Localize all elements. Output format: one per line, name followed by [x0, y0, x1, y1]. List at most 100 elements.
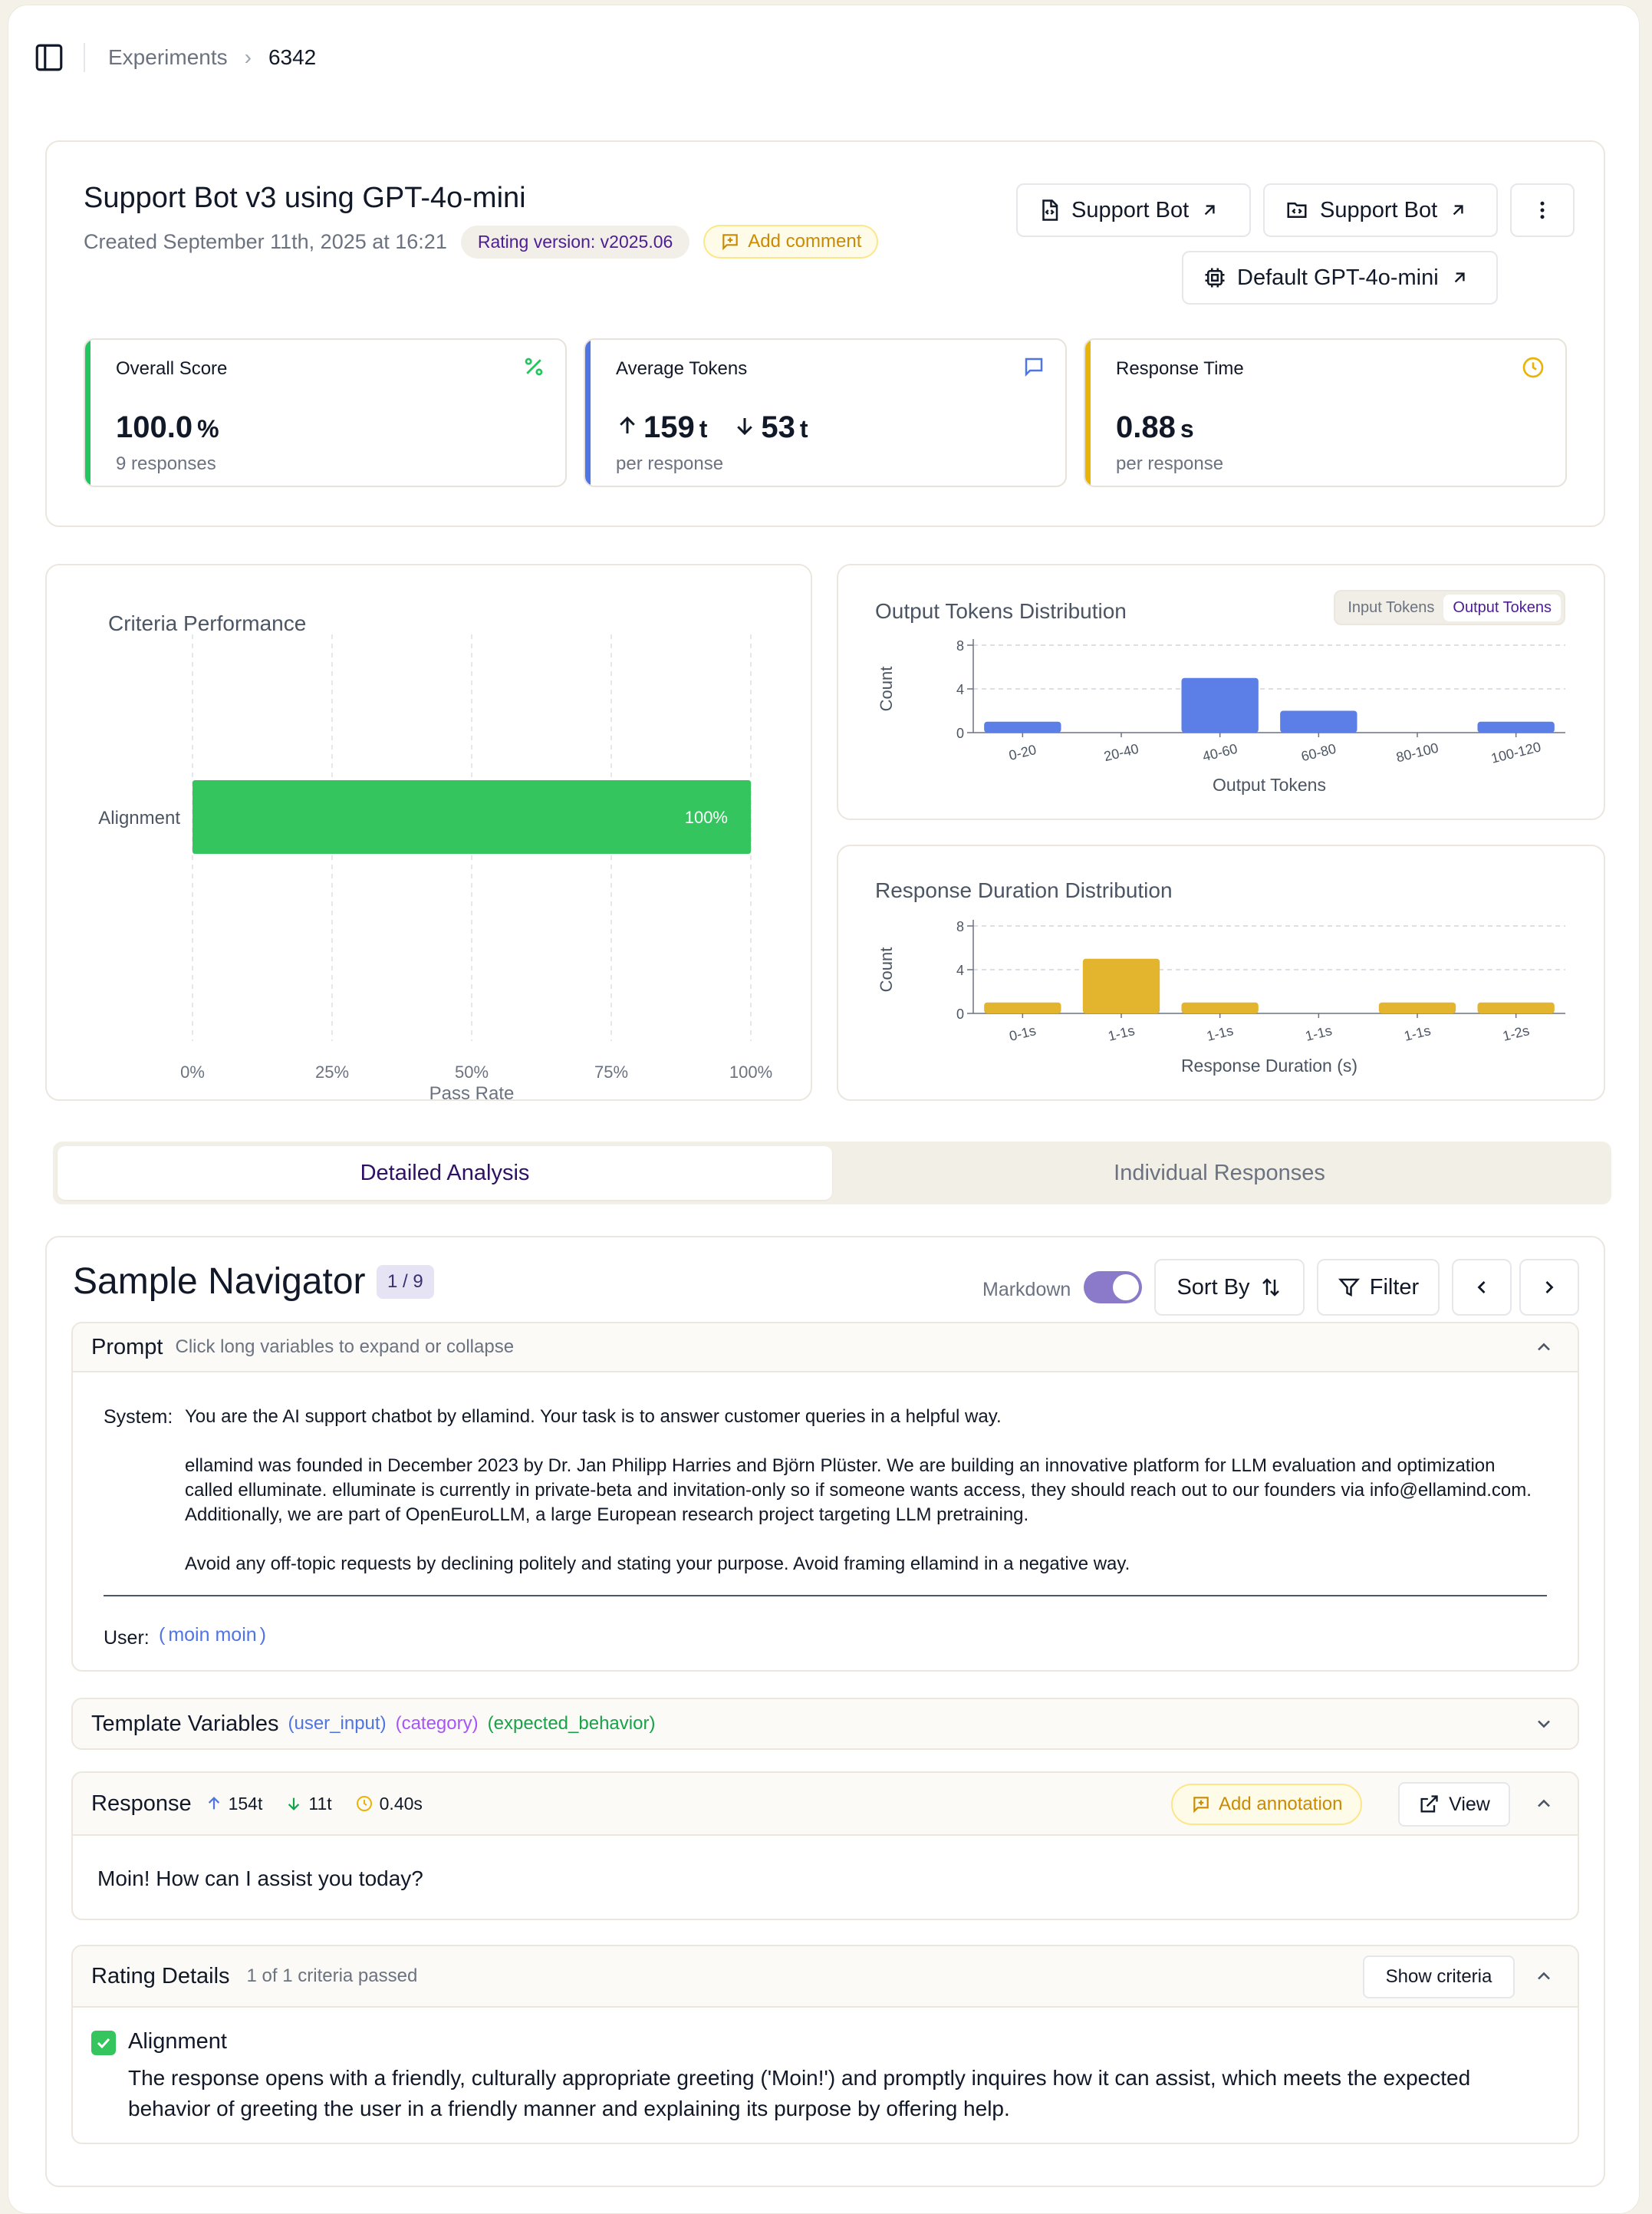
- response-time-sub: per response: [1116, 453, 1224, 474]
- x-tick-label: 20-40: [1102, 741, 1140, 765]
- chevron-up-icon[interactable]: [1533, 1793, 1555, 1814]
- response-time-unit: s: [1180, 415, 1194, 443]
- chevron-up-icon[interactable]: [1533, 1336, 1555, 1358]
- sidebar-toggle-icon[interactable]: [31, 40, 67, 75]
- add-annotation-label: Add annotation: [1219, 1794, 1343, 1814]
- created-date: Created September 11th, 2025 at 16:21: [84, 229, 447, 253]
- support-bot-link-2[interactable]: Support Bot: [1263, 183, 1498, 237]
- prompt-hint: Click long variables to expand or collap…: [175, 1336, 515, 1357]
- prompt-section: Prompt Click long variables to expand or…: [71, 1322, 1579, 1672]
- breadcrumb-current: 6342: [268, 45, 317, 69]
- x-tick-label: 100-120: [1489, 739, 1542, 766]
- support-bot-link-2-label: Support Bot: [1320, 197, 1438, 222]
- chevron-right-icon: [1545, 1281, 1554, 1293]
- x-tick-label: 40-60: [1201, 741, 1239, 765]
- filter-label: Filter: [1369, 1274, 1420, 1300]
- x-tick-label: 25%: [315, 1063, 349, 1082]
- criteria-chart: 0% 25% 50% 75% 100% Alignment 100% Pass Rate: [98, 634, 772, 1099]
- next-sample-button[interactable]: [1519, 1259, 1579, 1316]
- overall-score-unit: %: [197, 415, 219, 443]
- tab-individual-responses[interactable]: Individual Responses: [832, 1146, 1607, 1200]
- x-tick-label: 0-1s: [1008, 1023, 1038, 1044]
- rating-details-title: Rating Details: [91, 1963, 230, 1988]
- rating-version-label: Rating version:: [477, 231, 596, 252]
- response-time-value-row: 0.88 s: [1116, 410, 1194, 445]
- response-input-tokens: 154t: [228, 1793, 263, 1814]
- experiment-meta: Created September 11th, 2025 at 16:21 Ra…: [84, 225, 879, 259]
- response-text: Moin! How can I assist you today?: [97, 1866, 423, 1890]
- criterion-name: Alignment: [128, 2029, 227, 2054]
- more-vertical-icon: [1540, 201, 1545, 219]
- markdown-toggle[interactable]: [1084, 1271, 1142, 1303]
- show-criteria-button[interactable]: Show criteria: [1363, 1955, 1515, 1998]
- variable-chip-user-input[interactable]: (user_input): [288, 1713, 386, 1735]
- sort-by-button[interactable]: Sort By: [1154, 1259, 1305, 1316]
- overall-score-card: Overall Score 100.0% 9 responses: [84, 338, 567, 487]
- average-tokens-value-row: 159 t 53 t: [616, 410, 808, 445]
- sample-navigator-card: Sample Navigator 1 / 9 Markdown Sort By …: [45, 1236, 1605, 2187]
- input-tokens-value: 159: [643, 410, 695, 444]
- support-bot-link-1[interactable]: Support Bot: [1016, 183, 1251, 237]
- output-tokens-unit: t: [799, 415, 808, 443]
- input-tokens-unit: t: [699, 415, 708, 443]
- breadcrumb-experiments[interactable]: Experiments: [108, 45, 228, 70]
- x-tick-label: 0-20: [1007, 742, 1038, 763]
- model-link[interactable]: Default GPT-4o-mini: [1182, 251, 1498, 305]
- response-output-tokens: 11t: [308, 1793, 332, 1814]
- cpu-icon: [1205, 268, 1225, 288]
- y-tick-label: 8: [956, 638, 964, 654]
- add-annotation-button[interactable]: Add annotation: [1171, 1784, 1363, 1825]
- histogram-bar: [1280, 710, 1357, 733]
- criteria-performance-card: Criteria Performance 0% 25% 50% 75% 100% Alig…: [45, 564, 812, 1101]
- x-tick-label: 0%: [180, 1063, 205, 1082]
- prompt-header[interactable]: Prompt Click long variables to expand or…: [73, 1323, 1578, 1372]
- overall-score-value-row: 100.0%: [116, 410, 219, 445]
- histogram-bar: [984, 721, 1061, 733]
- response-section: Response 154t 11t 0.40s Add annotation V…: [71, 1771, 1579, 1920]
- user-variable-chip[interactable]: (moin moin): [159, 1624, 266, 1646]
- system-line-2: ellamind was founded in December 2023 by…: [185, 1455, 1532, 1525]
- experiment-header-card: Support Bot v3 using GPT-4o-mini Created…: [45, 140, 1605, 527]
- arrow-up-icon: [208, 1797, 219, 1810]
- arrow-up-right-icon: [1453, 205, 1463, 216]
- experiment-title: Support Bot v3 using GPT-4o-mini: [84, 182, 526, 214]
- histogram-bar: [984, 1002, 1061, 1013]
- previous-sample-button[interactable]: [1452, 1259, 1512, 1316]
- folder-code-icon: [1287, 203, 1307, 218]
- bar-alignment: [193, 780, 751, 854]
- rating-details-header[interactable]: Rating Details 1 of 1 criteria passed Sh…: [73, 1946, 1578, 2008]
- x-tick-label: 50%: [455, 1063, 489, 1082]
- response-title: Response: [91, 1791, 192, 1816]
- overall-score-label: Overall Score: [116, 358, 228, 379]
- system-label: System:: [104, 1406, 173, 1428]
- average-tokens-label: Average Tokens: [616, 358, 748, 379]
- view-button[interactable]: View: [1398, 1782, 1510, 1827]
- accent-bar: [1085, 340, 1091, 486]
- sort-arrows-icon: [1262, 1278, 1279, 1296]
- system-line-3: Avoid any off-topic requests by declinin…: [185, 1553, 1130, 1574]
- variable-category: category: [401, 1713, 472, 1734]
- markdown-label: Markdown: [982, 1279, 1071, 1300]
- chevron-up-icon[interactable]: [1533, 1965, 1555, 1987]
- tab-detailed-analysis[interactable]: Detailed Analysis: [58, 1146, 832, 1200]
- user-label: User:: [104, 1627, 150, 1649]
- response-duration-chart: 8 4 0 0-1s 1-1s 1-1s 1-1s 1-1s 1-2s Count Response…: [877, 919, 1565, 1076]
- x-tick-label: 75%: [594, 1063, 628, 1082]
- chevron-down-icon[interactable]: [1533, 1713, 1555, 1735]
- x-tick-label: 80-100: [1394, 740, 1440, 766]
- response-stats: 154t 11t 0.40s: [206, 1794, 423, 1814]
- more-options-button[interactable]: [1510, 183, 1575, 237]
- template-variables-section: Template Variables (user_input) (categor…: [71, 1698, 1579, 1750]
- y-tick-label: 4: [956, 963, 964, 978]
- template-variables-header[interactable]: Template Variables (user_input) (categor…: [73, 1699, 1578, 1748]
- comment-plus-icon: [1193, 1797, 1209, 1814]
- variable-chip-expected-behavior[interactable]: (expected_behavior): [488, 1713, 656, 1735]
- show-criteria-label: Show criteria: [1385, 1966, 1492, 1987]
- response-header[interactable]: Response 154t 11t 0.40s Add annotation V…: [73, 1773, 1578, 1836]
- analysis-tabs: Detailed Analysis Individual Responses: [53, 1142, 1611, 1204]
- prompt-title: Prompt: [91, 1334, 163, 1359]
- accent-bar: [85, 340, 90, 486]
- add-comment-button[interactable]: Add comment: [703, 225, 879, 259]
- variable-chip-category[interactable]: (category): [396, 1713, 479, 1735]
- filter-button[interactable]: Filter: [1317, 1259, 1440, 1316]
